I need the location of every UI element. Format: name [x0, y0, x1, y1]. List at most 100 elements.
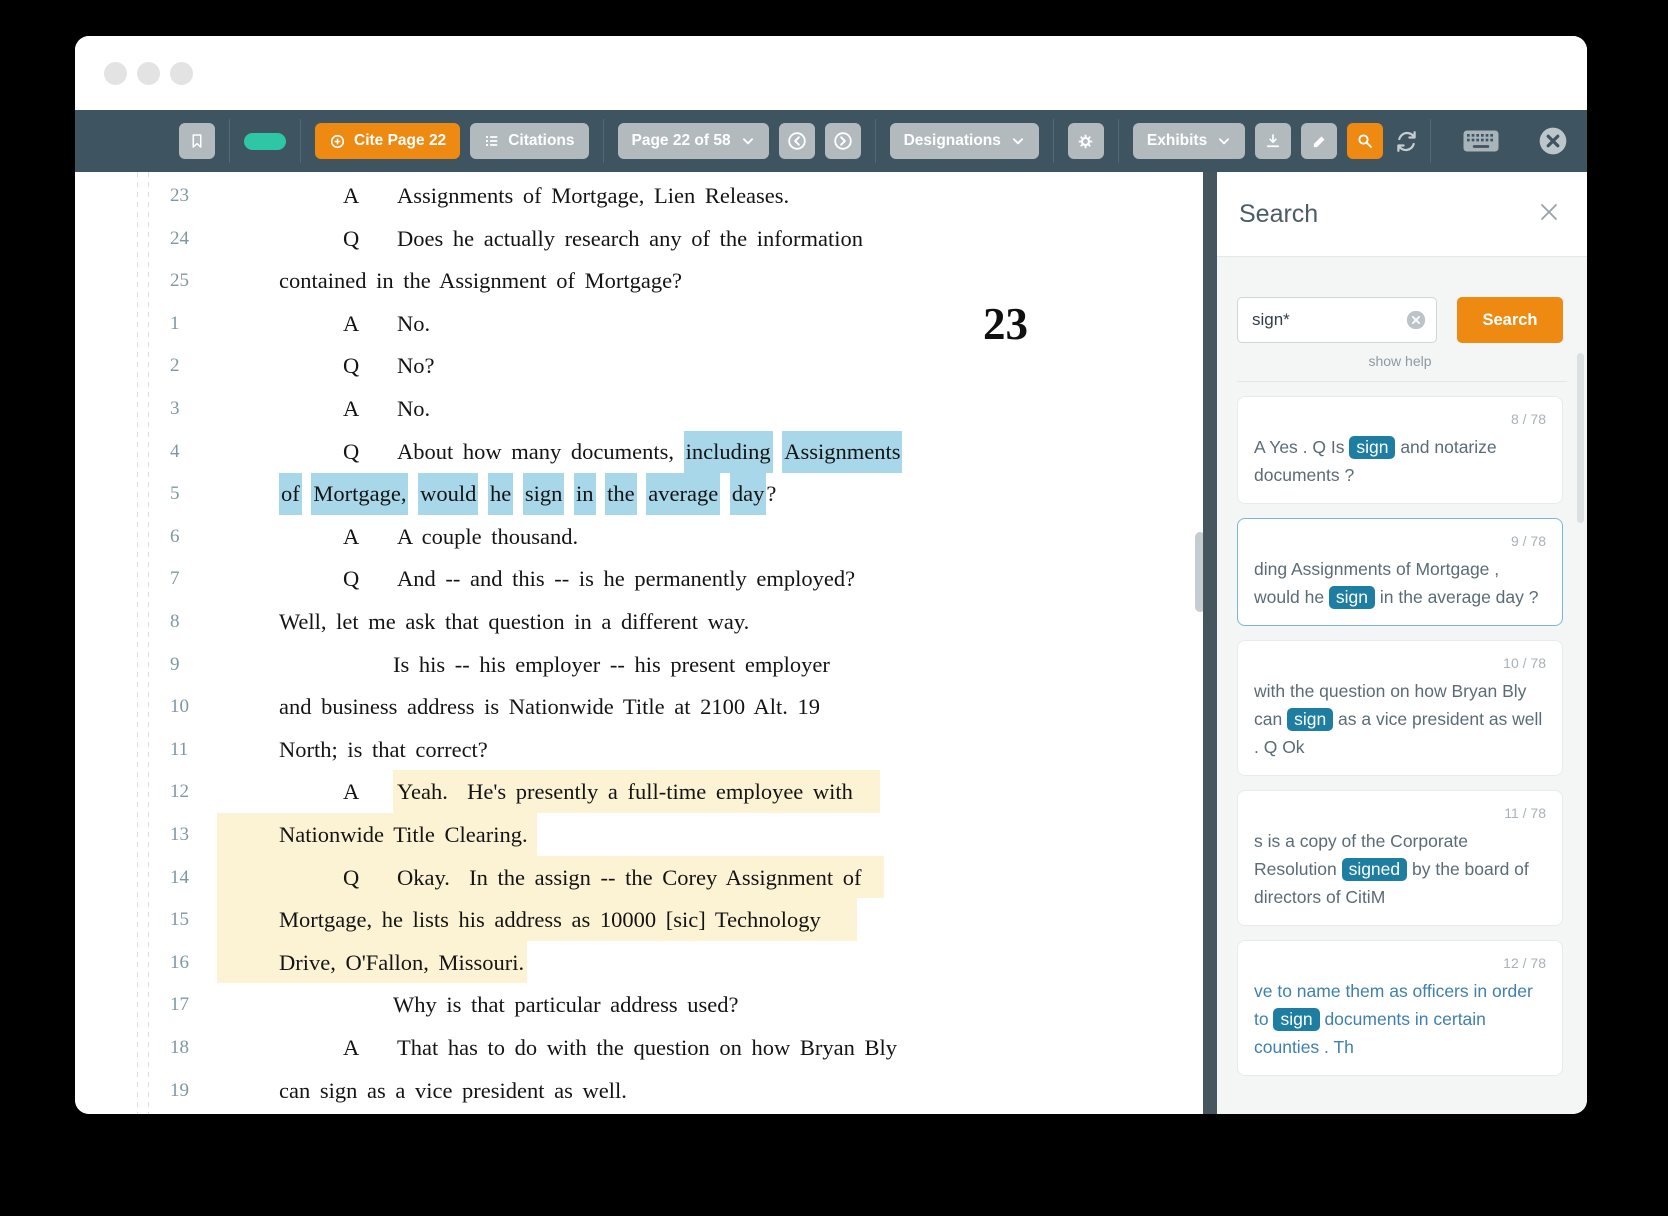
citations-label: Citations — [508, 132, 574, 150]
keyboard-icon[interactable] — [1461, 127, 1501, 155]
transcript-line[interactable]: 18AThat has to do with the question on h… — [75, 1026, 1203, 1069]
search-header: Search — [1217, 172, 1587, 257]
transcript-line[interactable]: 8Well, let me ask that question in a dif… — [75, 600, 1203, 643]
line-text: Why is that particular address used? — [393, 983, 739, 1026]
search-results-list: 8 / 78A Yes . Q Is sign and notarize doc… — [1237, 396, 1563, 1076]
line-number: 20 — [170, 1111, 189, 1114]
line-text: Assignments of Mortgage, Lien Releases. — [397, 174, 789, 217]
result-count: 11 / 78 — [1254, 805, 1546, 821]
line-number: 16 — [170, 941, 189, 984]
line-number: 9 — [170, 643, 180, 686]
content-area: 23 23AAssignments of Mortgage, Lien Rele… — [75, 172, 1587, 1114]
line-text: contained in the Assignment of Mortgage? — [279, 259, 682, 302]
line-number: 6 — [170, 515, 180, 558]
search-submit-button[interactable]: Search — [1457, 297, 1563, 343]
line-text: and business address is Nationwide Title… — [279, 685, 820, 728]
exhibits-label: Exhibits — [1147, 132, 1207, 150]
transcript-line[interactable]: 16 Drive, O'Fallon, Missouri. — [75, 941, 1203, 984]
transcript-line[interactable]: 24QDoes he actually research any of the … — [75, 217, 1203, 260]
speaker-label: A — [343, 387, 359, 430]
speaker-label: Q — [343, 217, 359, 260]
transcript-line[interactable]: 25contained in the Assignment of Mortgag… — [75, 259, 1203, 302]
chevron-down-icon — [741, 134, 755, 148]
sidebar-close-icon[interactable] — [1537, 200, 1561, 229]
transcript-line[interactable]: 4QAbout how many documents, including As… — [75, 430, 1203, 473]
speaker-label: A — [343, 515, 359, 558]
page-selector[interactable]: Page 22 of 58 — [618, 123, 769, 159]
search-result-card[interactable]: 11 / 78 s is a copy of the Corporate Reso… — [1237, 790, 1563, 926]
cite-page-button[interactable]: Cite Page 22 — [315, 123, 460, 159]
transcript-line[interactable]: 14QOkay. In the assign -- the Corey Assi… — [75, 856, 1203, 899]
transcript-line[interactable]: 11North; is that correct? — [75, 728, 1203, 771]
transcript-line[interactable]: 3ANo. — [75, 387, 1203, 430]
transcript-line[interactable]: 13Nationwide Title Clearing. — [75, 813, 1203, 856]
transcript-line[interactable]: 5of Mortgage, would he sign in the avera… — [75, 472, 1203, 515]
speaker-label: A — [343, 302, 359, 345]
designations-dropdown[interactable]: Designations — [890, 123, 1039, 159]
designations-label: Designations — [904, 132, 1001, 150]
transcript-line[interactable]: 10and business address is Nationwide Tit… — [75, 685, 1203, 728]
search-result-card[interactable]: 8 / 78A Yes . Q Is sign and notarize doc… — [1237, 396, 1563, 504]
clear-search-icon[interactable] — [1405, 309, 1427, 331]
line-text: And -- and this -- is he permanently emp… — [397, 557, 855, 600]
transcript-line[interactable]: 7QAnd -- and this -- is he permanently e… — [75, 557, 1203, 600]
search-body: Search show help 8 / 78A Yes . Q Is sign… — [1217, 257, 1587, 1114]
line-text: Well, let me ask that question in a diff… — [279, 600, 749, 643]
settings-button[interactable] — [1068, 123, 1104, 159]
highlighted-term: he — [488, 473, 513, 515]
highlighted-term: sign — [1273, 1008, 1319, 1031]
download-button[interactable] — [1255, 123, 1291, 159]
line-text: Ok — [397, 1111, 425, 1114]
sidebar-scrollbar[interactable] — [1577, 353, 1584, 523]
search-button-toolbar[interactable] — [1347, 123, 1383, 159]
exhibits-dropdown[interactable]: Exhibits — [1133, 123, 1245, 159]
next-page-button[interactable] — [825, 123, 861, 159]
cite-page-label: Cite Page 22 — [354, 132, 446, 150]
transcript-line[interactable]: 1ANo. — [75, 302, 1203, 345]
bookmark-button[interactable] — [179, 123, 215, 159]
transcript-line[interactable]: 23AAssignments of Mortgage, Lien Release… — [75, 174, 1203, 217]
transcript-line[interactable]: 15Mortgage, he lists his address as 1000… — [75, 898, 1203, 941]
highlighted-term: sign — [1349, 436, 1395, 459]
search-result-card[interactable]: 9 / 78ding Assignments of Mortgage , wou… — [1237, 518, 1563, 626]
next-arrow-icon — [832, 130, 854, 152]
citations-button[interactable]: Citations — [470, 123, 588, 159]
transcript-line[interactable]: 20QOk — [75, 1111, 1203, 1114]
line-text: That has to do with the question on how … — [397, 1026, 897, 1069]
highlighted-term: Mortgage, — [311, 473, 408, 515]
search-icon — [1356, 132, 1374, 150]
prev-page-button[interactable] — [779, 123, 815, 159]
traffic-light-zoom[interactable] — [170, 62, 193, 85]
speaker-label: A — [343, 770, 359, 813]
transcript-line[interactable]: 9 Is his -- his employer -- his present e… — [75, 643, 1203, 686]
transcript-line[interactable]: 6AA couple thousand. — [75, 515, 1203, 558]
status-pill — [244, 133, 286, 150]
show-help-link[interactable]: show help — [1237, 353, 1563, 369]
toolbar-divider — [1430, 119, 1431, 163]
transcript-line[interactable]: 12AYeah. He's presently a full-time empl… — [75, 770, 1203, 813]
refresh-icon[interactable] — [1393, 128, 1420, 155]
transcript-line[interactable]: 2QNo? — [75, 344, 1203, 387]
line-number: 2 — [170, 344, 180, 387]
line-text: Drive, O'Fallon, Missouri. — [279, 941, 524, 984]
traffic-light-minimize[interactable] — [137, 62, 160, 85]
transcript-line[interactable]: 19can sign as a vice president as well. — [75, 1069, 1203, 1112]
highlighted-term: sign — [1287, 708, 1333, 731]
titlebar — [75, 36, 1587, 110]
close-icon[interactable] — [1537, 125, 1569, 157]
search-result-card[interactable]: 10 / 78with the question on how Bryan Bl… — [1237, 640, 1563, 776]
search-result-card[interactable]: 12 / 78ve to name them as officers in or… — [1237, 940, 1563, 1076]
transcript-line[interactable]: 17Why is that particular address used? — [75, 983, 1203, 1026]
line-number: 1 — [170, 302, 180, 345]
toolbar-divider — [603, 119, 604, 163]
traffic-light-close[interactable] — [104, 62, 127, 85]
highlighted-term: signed — [1342, 858, 1408, 881]
line-text: Is his -- his employer -- his present em… — [393, 643, 830, 686]
prev-arrow-icon — [786, 130, 808, 152]
result-text: s is a copy of the Corporate Resolution … — [1254, 827, 1546, 911]
transcript-scrollbar[interactable] — [1195, 532, 1203, 612]
highlighted-term: the — [605, 473, 637, 515]
line-text: can sign as a vice president as well. — [279, 1069, 627, 1112]
result-text: with the question on how Bryan Bly can s… — [1254, 677, 1546, 761]
edit-button[interactable] — [1301, 123, 1337, 159]
